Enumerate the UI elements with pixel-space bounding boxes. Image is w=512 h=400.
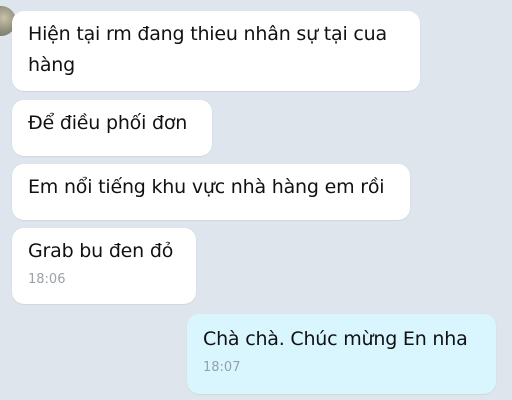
message-bubble-incoming[interactable]: Em nổi tiếng khu vực nhà hàng em rồi (12, 164, 410, 220)
message-timestamp: 18:06 (28, 272, 66, 287)
message-text: Em nổi tiếng khu vực nhà hàng em rồi (28, 176, 385, 198)
message-timestamp: 18:07 (203, 360, 241, 375)
message-bubble-incoming[interactable]: Hiện tại rm đang thieu nhân sự tại cua h… (12, 11, 420, 91)
message-text: Chà chà. Chúc mừng En nha (203, 328, 468, 350)
message-bubble-outgoing[interactable]: Chà chà. Chúc mừng En nha 18:07 (187, 314, 496, 394)
message-text: Grab bu đen đỏ (28, 240, 174, 262)
message-text: Để điều phối đơn (28, 112, 188, 134)
chat-conversation: Hiện tại rm đang thieu nhân sự tại cua h… (0, 0, 512, 400)
message-bubble-incoming[interactable]: Để điều phối đơn (12, 100, 212, 156)
message-bubble-incoming[interactable]: Grab bu đen đỏ 18:06 (12, 228, 196, 304)
message-text: Hiện tại rm đang thieu nhân sự tại cua h… (28, 23, 393, 76)
